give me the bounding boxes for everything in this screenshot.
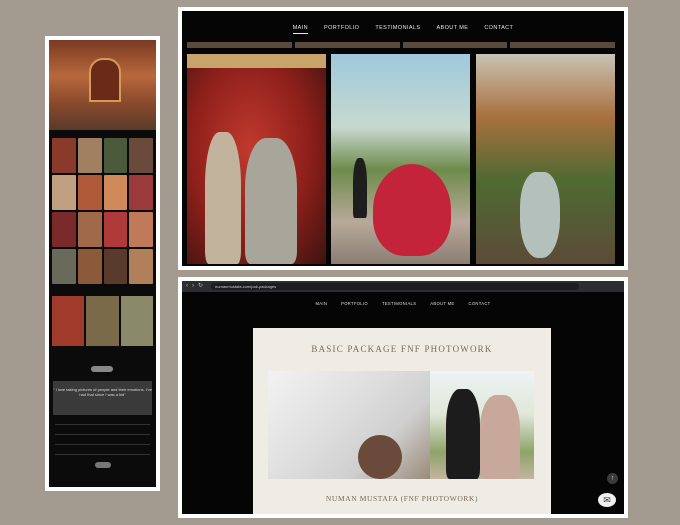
- nav-testimonials[interactable]: TESTIMONIALS: [382, 301, 416, 306]
- couple-photo-red-wall[interactable]: [187, 54, 326, 264]
- package-nav: MAIN PORTFOLIO TESTIMONIALS ABOUT ME CON…: [182, 301, 624, 306]
- strip-thumb: [294, 42, 400, 48]
- form-field[interactable]: [55, 444, 150, 445]
- thumbnail[interactable]: [52, 212, 76, 247]
- thumbnail[interactable]: [103, 138, 128, 173]
- thumbnail[interactable]: [77, 138, 102, 173]
- thumbnail[interactable]: [103, 249, 128, 284]
- arrow-up-icon[interactable]: ↑: [607, 473, 618, 484]
- forward-icon[interactable]: ›: [192, 281, 194, 292]
- thumbnail[interactable]: [103, 212, 128, 247]
- bride-figure: [245, 138, 297, 264]
- hero-image: [49, 40, 156, 130]
- strip-thumb: [187, 42, 292, 48]
- bride-photo-garden[interactable]: [476, 54, 615, 264]
- strip-thumb: [510, 42, 615, 48]
- bride-figure: [480, 395, 520, 479]
- nav-testimonials[interactable]: TESTIMONIALS: [375, 25, 420, 34]
- top-right-screenshot: MAIN PORTFOLIO TESTIMONIALS ABOUT ME CON…: [178, 7, 628, 270]
- left-page-content: " I love taking pictures of people and t…: [49, 40, 156, 487]
- arch-detail: [187, 54, 326, 68]
- left-page-screenshot: " I love taking pictures of people and t…: [45, 36, 160, 491]
- couple-silhouette: [358, 435, 402, 479]
- nav-contact[interactable]: CONTACT: [484, 25, 513, 34]
- portfolio-grid-lower: [52, 296, 153, 346]
- nav-contact[interactable]: CONTACT: [469, 301, 491, 306]
- portfolio-grid: [52, 138, 153, 284]
- thumbnail[interactable]: [52, 296, 85, 346]
- browser-toolbar: ‹ › ↻ numanmustafa.com/pak-packages: [182, 281, 624, 292]
- thumbnail[interactable]: [52, 138, 76, 173]
- quote-text: " I love taking pictures of people and t…: [53, 387, 152, 397]
- left-send-button[interactable]: [95, 462, 111, 468]
- groom-figure: [446, 389, 480, 479]
- thumbnail[interactable]: [120, 296, 153, 346]
- left-more-button[interactable]: [91, 366, 113, 372]
- form-field[interactable]: [55, 424, 150, 425]
- url-bar[interactable]: numanmustafa.com/pak-packages: [211, 283, 580, 290]
- photo-strip: [187, 42, 615, 48]
- portfolio-page: MAIN PORTFOLIO TESTIMONIALS ABOUT ME CON…: [182, 11, 624, 266]
- thumbnail[interactable]: [52, 175, 76, 210]
- bride-lehenga: [373, 164, 451, 256]
- chat-bubble-icon[interactable]: ✉: [598, 493, 616, 507]
- nav-portfolio[interactable]: PORTFOLIO: [324, 25, 359, 34]
- thumbnail[interactable]: [77, 212, 102, 247]
- package-page: ‹ › ↻ numanmustafa.com/pak-packages MAIN…: [182, 281, 624, 514]
- strip-thumb: [402, 42, 508, 48]
- back-icon[interactable]: ‹: [186, 281, 188, 292]
- nav-about-me[interactable]: ABOUT ME: [430, 301, 454, 306]
- groom-figure: [205, 132, 241, 264]
- thumbnail[interactable]: [103, 175, 128, 210]
- couple-photo-palms[interactable]: [331, 54, 470, 264]
- package-title: BASIC PACKAGE FNF PHOTOWORK: [311, 344, 493, 354]
- nav-main[interactable]: MAIN: [315, 301, 327, 306]
- thumbnail[interactable]: [77, 249, 102, 284]
- form-field[interactable]: [55, 434, 150, 435]
- package-card: BASIC PACKAGE FNF PHOTOWORK NUMAN MUSTAF…: [253, 328, 551, 514]
- reload-icon[interactable]: ↻: [198, 281, 203, 292]
- thumbnail[interactable]: [86, 296, 119, 346]
- veil-photo[interactable]: [268, 371, 430, 479]
- thumbnail[interactable]: [52, 249, 76, 284]
- groom-figure: [353, 158, 367, 218]
- nav-about-me[interactable]: ABOUT ME: [436, 25, 468, 34]
- nav-main[interactable]: MAIN: [292, 25, 309, 34]
- bottom-right-screenshot: ‹ › ↻ numanmustafa.com/pak-packages MAIN…: [178, 277, 628, 518]
- top-nav: MAIN PORTFOLIO TESTIMONIALS ABOUT ME CON…: [182, 25, 624, 34]
- thumbnail[interactable]: [129, 138, 153, 173]
- testimonial-quote: " I love taking pictures of people and t…: [53, 381, 152, 415]
- couple-photo-outdoor[interactable]: [430, 371, 534, 479]
- hero-arch-decoration: [89, 58, 121, 102]
- photographer-name: NUMAN MUSTAFA (FNF PHOTOWORK): [325, 494, 479, 503]
- bride-figure: [520, 172, 560, 258]
- thumbnail[interactable]: [129, 249, 153, 284]
- thumbnail[interactable]: [129, 175, 153, 210]
- thumbnail[interactable]: [129, 212, 153, 247]
- nav-portfolio[interactable]: PORTFOLIO: [341, 301, 368, 306]
- form-field[interactable]: [55, 454, 150, 455]
- thumbnail[interactable]: [77, 175, 102, 210]
